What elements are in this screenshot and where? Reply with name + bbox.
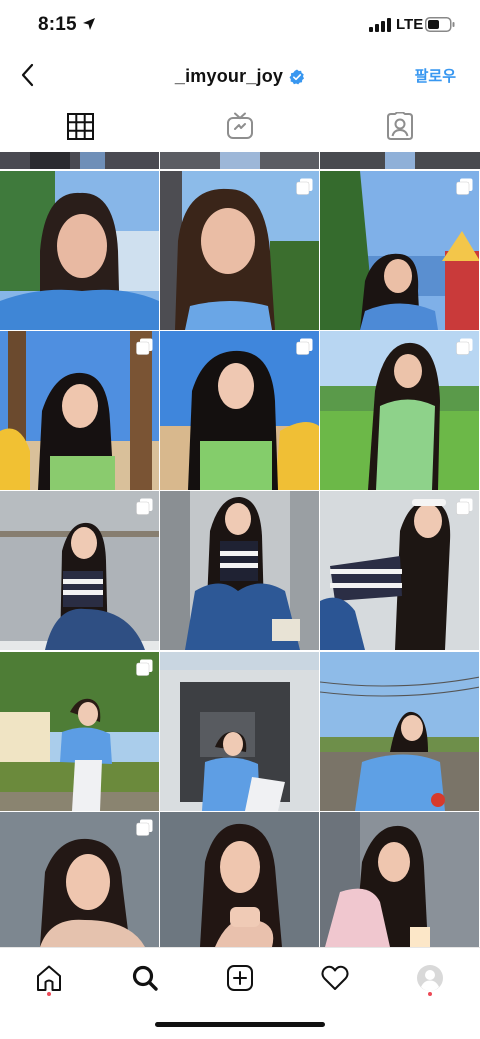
photo-grid xyxy=(0,152,480,947)
username: _imyour_joy xyxy=(174,66,284,86)
grid-icon xyxy=(66,112,94,140)
grid-tile[interactable] xyxy=(0,491,159,650)
profile-tabs xyxy=(0,104,480,148)
multiple-photos-icon xyxy=(296,338,313,355)
battery-icon xyxy=(425,17,455,32)
tab-grid[interactable] xyxy=(0,104,160,148)
grid-tile[interactable] xyxy=(160,171,319,330)
multiple-photos-icon xyxy=(456,178,473,195)
grid-tile[interactable] xyxy=(0,812,159,947)
grid-tile-partial[interactable] xyxy=(0,152,159,169)
grid-tile-partial[interactable] xyxy=(320,152,480,169)
grid-tile-partial[interactable] xyxy=(160,152,319,169)
multiple-photos-icon xyxy=(296,178,313,195)
grid-tile[interactable] xyxy=(160,491,319,650)
tagged-person-icon xyxy=(387,112,413,140)
search-icon xyxy=(132,965,158,991)
plus-square-icon xyxy=(227,965,253,991)
home-icon xyxy=(37,965,61,991)
multiple-photos-icon xyxy=(136,819,153,836)
grid-tile[interactable] xyxy=(160,652,319,811)
grid-tile[interactable] xyxy=(320,652,479,811)
network-label: LTE xyxy=(396,16,424,33)
grid-tile[interactable] xyxy=(320,812,479,947)
tab-tagged[interactable] xyxy=(320,104,480,148)
grid-tile[interactable] xyxy=(0,652,159,811)
multiple-photos-icon xyxy=(136,659,153,676)
grid-tile[interactable] xyxy=(0,171,159,330)
grid-tile[interactable] xyxy=(160,812,319,947)
multiple-photos-icon xyxy=(456,338,473,355)
avatar-icon xyxy=(417,965,443,991)
multiple-photos-icon xyxy=(136,338,153,355)
location-arrow-icon xyxy=(83,18,95,30)
igtv-icon xyxy=(227,112,253,139)
grid-tile[interactable] xyxy=(320,171,479,330)
nav-search[interactable] xyxy=(125,958,165,998)
tab-igtv[interactable] xyxy=(160,104,320,148)
grid-tile[interactable] xyxy=(320,331,479,490)
page-title: _imyour_joy xyxy=(0,66,480,87)
home-indicator xyxy=(155,1022,325,1027)
nav-new-post[interactable] xyxy=(220,958,260,998)
grid-tile[interactable] xyxy=(0,331,159,490)
follow-button[interactable]: 팔로우 xyxy=(415,65,456,86)
status-time: 8:15 xyxy=(38,14,77,35)
nav-activity[interactable] xyxy=(315,958,355,998)
grid-tile[interactable] xyxy=(160,331,319,490)
multiple-photos-icon xyxy=(456,498,473,515)
verified-badge-icon xyxy=(289,69,305,84)
profile-header: _imyour_joy 팔로우 xyxy=(0,54,480,98)
home-notification-dot xyxy=(47,992,51,996)
signal-bars-icon xyxy=(369,18,391,32)
status-bar: 8:15 LTE xyxy=(0,0,480,54)
multiple-photos-icon xyxy=(136,498,153,515)
profile-notification-dot xyxy=(428,992,432,996)
heart-icon xyxy=(321,965,349,990)
grid-tile[interactable] xyxy=(320,491,479,650)
